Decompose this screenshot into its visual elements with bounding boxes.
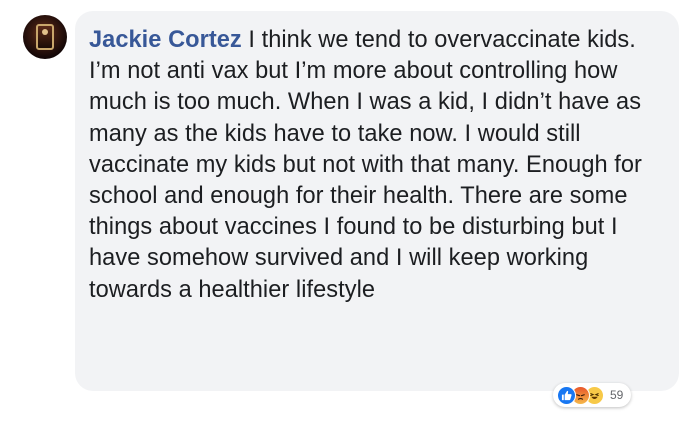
comment-author-link[interactable]: Jackie Cortez bbox=[89, 27, 242, 53]
like-icon bbox=[557, 385, 576, 405]
reactions-summary[interactable]: 59 bbox=[553, 383, 632, 407]
comment-text: I think we tend to overvaccinate kids. I… bbox=[89, 27, 642, 303]
avatar-figure bbox=[36, 24, 54, 50]
avatar[interactable] bbox=[23, 15, 67, 59]
comment-bubble: Jackie Cortez I think we tend to overvac… bbox=[75, 11, 679, 391]
reaction-count: 59 bbox=[610, 388, 624, 402]
comment-body: Jackie Cortez I think we tend to overvac… bbox=[89, 25, 661, 306]
